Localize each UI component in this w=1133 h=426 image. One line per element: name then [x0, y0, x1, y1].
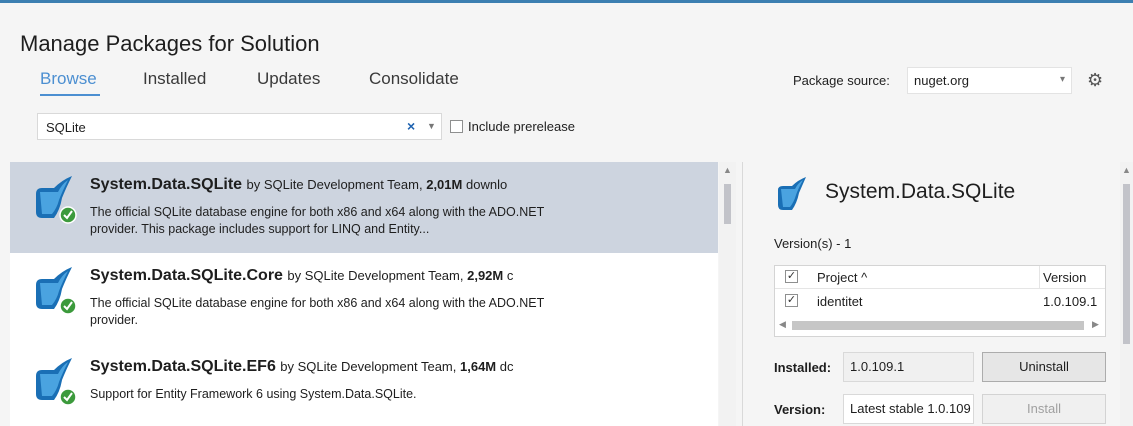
- scrollbar-thumb[interactable]: [724, 184, 731, 224]
- feather-quill-icon: [36, 267, 77, 315]
- package-list: System.Data.SQLite by SQLite Development…: [10, 162, 718, 426]
- package-name: System.Data.SQLite.EF6: [90, 358, 276, 375]
- package-author: by SQLite Development Team,: [287, 268, 464, 283]
- project-table-header: ✓ Project ^ Version: [775, 266, 1105, 289]
- package-description: The official SQLite database engine for …: [90, 205, 544, 236]
- scrollbar-thumb[interactable]: [792, 321, 1084, 330]
- project-version: 1.0.109.1: [1043, 294, 1098, 309]
- detail-package-title: System.Data.SQLite: [825, 180, 1016, 203]
- package-name: System.Data.SQLite.Core: [90, 267, 283, 284]
- package-author: by SQLite Development Team,: [246, 177, 423, 192]
- feather-quill-icon: [36, 358, 77, 406]
- package-description: The official SQLite database engine for …: [90, 296, 544, 327]
- clear-search-icon[interactable]: ×: [407, 118, 415, 134]
- chevron-down-icon: ▾: [1059, 74, 1065, 85]
- package-source-label: Package source:: [793, 73, 890, 88]
- versions-label: Version(s) - 1: [774, 236, 852, 251]
- package-title: System.Data.SQLite.EF6 by SQLite Develop…: [90, 358, 514, 376]
- package-description: Support for Entity Framework 6 using Sys…: [90, 387, 417, 401]
- package-downloads-suffix: downlo: [465, 177, 508, 192]
- gear-icon[interactable]: ⚙: [1087, 70, 1103, 91]
- tab-consolidate[interactable]: Consolidate: [369, 69, 459, 89]
- version-label: Version:: [774, 402, 826, 417]
- project-name: identitet: [817, 294, 863, 309]
- installed-version-field: 1.0.109.1: [843, 352, 974, 382]
- column-header-project[interactable]: Project ^: [817, 270, 867, 285]
- package-title: System.Data.SQLite by SQLite Development…: [90, 176, 507, 194]
- tab-browse[interactable]: Browse: [40, 69, 97, 89]
- package-name: System.Data.SQLite: [90, 176, 243, 193]
- feather-quill-icon: [778, 177, 806, 210]
- package-detail-panel: System.Data.SQLite Version(s) - 1 ✓ Proj…: [744, 162, 1118, 426]
- feather-quill-icon: [36, 176, 77, 224]
- installed-label: Installed:: [774, 360, 832, 375]
- package-downloads-suffix: dc: [499, 359, 514, 374]
- package-row[interactable]: System.Data.SQLite.Core by SQLite Develo…: [10, 253, 718, 344]
- package-title: System.Data.SQLite.Core by SQLite Develo…: [90, 267, 513, 285]
- package-row[interactable]: System.Data.SQLite by SQLite Development…: [10, 162, 718, 253]
- include-prerelease-label: Include prerelease: [468, 119, 575, 134]
- package-row[interactable]: System.Data.SQLite.EF6 by SQLite Develop…: [10, 344, 718, 426]
- version-select[interactable]: Latest stable 1.0.109: [843, 394, 974, 424]
- search-history-dropdown-icon[interactable]: ▼: [427, 121, 436, 131]
- tab-installed[interactable]: Installed: [143, 69, 206, 89]
- scroll-right-arrow-icon[interactable]: ▶: [1092, 319, 1099, 330]
- active-tab-underline: [40, 94, 100, 96]
- package-source-value: nuget.org: [914, 73, 969, 88]
- package-list-scrollbar[interactable]: ▲: [719, 162, 736, 426]
- tab-updates[interactable]: Updates: [257, 69, 320, 89]
- install-button[interactable]: Install: [982, 394, 1106, 424]
- package-downloads: 1,64M: [460, 359, 497, 374]
- project-table: ✓ Project ^ Version ✓ identitet 1.0.109.…: [774, 265, 1106, 337]
- panel-divider[interactable]: [742, 162, 743, 426]
- scroll-left-arrow-icon[interactable]: ◀: [779, 319, 786, 330]
- package-meta: by SQLite Development Team, 2,92M c: [287, 268, 513, 283]
- uninstall-button[interactable]: Uninstall: [982, 352, 1106, 382]
- package-downloads-suffix: c: [506, 268, 514, 283]
- package-meta: by SQLite Development Team, 2,01M downlo: [247, 177, 508, 192]
- detail-scrollbar[interactable]: ▲: [1120, 162, 1133, 426]
- package-downloads: 2,01M: [426, 177, 463, 192]
- search-value: SQLite: [46, 120, 86, 135]
- window-top-accent: [0, 0, 1133, 3]
- search-input[interactable]: SQLite × ▼: [37, 113, 442, 140]
- include-prerelease-checkbox[interactable]: [450, 120, 463, 133]
- package-meta: by SQLite Development Team, 1,64M dc: [280, 359, 513, 374]
- package-downloads: 2,92M: [467, 268, 504, 283]
- package-source-select[interactable]: nuget.org ▾: [907, 67, 1072, 94]
- scroll-up-arrow-icon[interactable]: ▲: [1122, 165, 1131, 175]
- project-table-hscrollbar[interactable]: ◀ ▶: [776, 317, 1104, 334]
- project-checkbox[interactable]: ✓: [785, 294, 798, 307]
- scroll-up-arrow-icon[interactable]: ▲: [723, 165, 732, 175]
- package-author: by SQLite Development Team,: [280, 359, 457, 374]
- scrollbar-thumb[interactable]: [1123, 184, 1130, 344]
- select-all-projects-checkbox[interactable]: ✓: [785, 270, 798, 283]
- page-title: Manage Packages for Solution: [20, 31, 320, 56]
- column-separator: [1039, 266, 1040, 289]
- column-header-version[interactable]: Version: [1043, 270, 1086, 285]
